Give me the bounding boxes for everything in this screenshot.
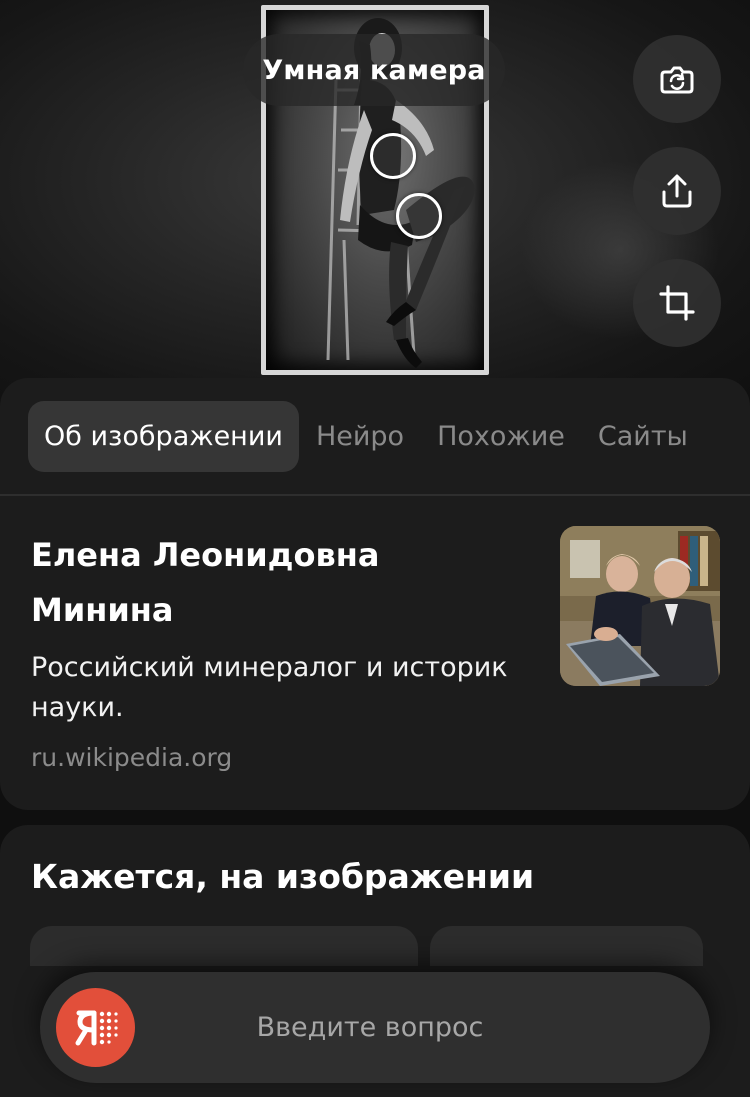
camera-rotate-icon xyxy=(660,66,694,94)
entity-title-line1: Елена Леонидовна xyxy=(31,536,380,574)
alice-button[interactable] xyxy=(56,988,135,1067)
about-image-sheet: Об изображении Нейро Похожие Сайты Елена… xyxy=(0,378,750,810)
section-title: Кажется, на изображении xyxy=(31,857,535,896)
tab-sites[interactable]: Сайты xyxy=(582,401,704,472)
entity-description: Российский минералог и историк науки. xyxy=(31,652,508,723)
object-hotspot-2[interactable] xyxy=(396,193,442,239)
entity-title[interactable]: Елена Леонидовна Минина xyxy=(31,528,531,638)
tabs-divider xyxy=(0,494,750,496)
share-upload-icon xyxy=(662,174,692,208)
result-tabs: Об изображении Нейро Похожие Сайты xyxy=(28,401,705,472)
entity-photo xyxy=(560,526,720,686)
camera-button[interactable] xyxy=(633,35,721,123)
tab-about-image[interactable]: Об изображении xyxy=(28,401,299,472)
crop-button[interactable] xyxy=(633,259,721,347)
tab-similar[interactable]: Похожие xyxy=(421,401,581,472)
detected-object-card-2[interactable] xyxy=(430,926,703,966)
detected-object-card-1[interactable] xyxy=(30,926,418,966)
question-input[interactable]: Введите вопрос xyxy=(150,972,590,1083)
entity-thumbnail[interactable] xyxy=(560,526,720,686)
entity-title-line2: Минина xyxy=(31,591,174,629)
crop-icon xyxy=(659,285,695,321)
image-viewer: Умная камера xyxy=(0,0,750,400)
object-hotspot-1[interactable] xyxy=(370,133,416,179)
share-button[interactable] xyxy=(633,147,721,235)
alice-logo-icon xyxy=(75,1010,118,1045)
smart-camera-label[interactable]: Умная камера xyxy=(243,34,505,106)
ask-bar[interactable]: Введите вопрос xyxy=(40,972,710,1083)
tab-neuro[interactable]: Нейро xyxy=(300,401,420,472)
entity-source-link[interactable]: ru.wikipedia.org xyxy=(31,743,232,772)
